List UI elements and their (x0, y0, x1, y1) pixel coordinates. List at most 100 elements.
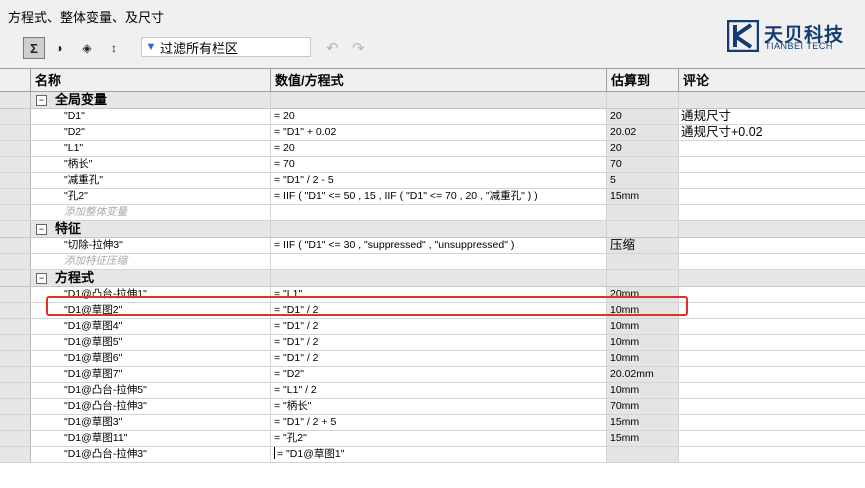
comment-cell[interactable] (679, 173, 865, 188)
comment-cell[interactable] (679, 141, 865, 156)
table-row[interactable]: "D1@草图6" = "D1" / 2 10mm (0, 351, 865, 367)
evaluates-cell[interactable] (607, 205, 679, 220)
comment-cell[interactable] (679, 431, 865, 446)
row-gutter[interactable] (0, 141, 31, 156)
comment-cell[interactable] (679, 189, 865, 204)
add-entry-cell[interactable]: 添加特征压缩 (31, 254, 271, 269)
comment-cell[interactable] (679, 319, 865, 334)
evaluates-cell[interactable]: 70mm (607, 399, 679, 414)
feature-view-button[interactable]: ◈ (76, 37, 98, 59)
comment-cell[interactable] (679, 157, 865, 172)
add-entry-cell[interactable]: 添加整体变量 (31, 205, 271, 220)
evaluates-cell[interactable]: 压缩 (607, 238, 679, 253)
evaluates-cell[interactable]: 5 (607, 173, 679, 188)
section-comment-cell[interactable] (679, 221, 865, 237)
undo-icon[interactable]: ↶ (326, 39, 339, 57)
row-gutter[interactable] (0, 415, 31, 430)
sort-order-button[interactable]: ↕ (103, 37, 125, 59)
table-row[interactable]: "D1@草图4" = "D1" / 2 10mm (0, 319, 865, 335)
table-row[interactable]: "减重孔" = "D1" / 2 - 55 (0, 173, 865, 189)
value-cell[interactable]: = "孔2" (271, 431, 607, 446)
comment-cell[interactable] (679, 351, 865, 366)
section-comment-cell[interactable] (679, 92, 865, 108)
evaluates-cell[interactable]: 10mm (607, 335, 679, 350)
table-row[interactable]: "切除-拉伸3" = IIF ( "D1" <= 30 , "suppressed… (0, 238, 865, 254)
evaluates-cell[interactable]: 20.02 (607, 125, 679, 140)
value-cell[interactable]: = "L1" / 2 (271, 383, 607, 398)
section-comment-cell[interactable] (679, 270, 865, 286)
row-gutter[interactable] (0, 205, 31, 220)
row-gutter[interactable] (0, 367, 31, 382)
comment-cell[interactable] (679, 399, 865, 414)
name-cell[interactable]: "切除-拉伸3" (31, 238, 271, 253)
evaluates-cell[interactable] (607, 254, 679, 269)
row-gutter[interactable] (0, 303, 31, 318)
add-row-features[interactable]: 添加特征压缩 (0, 254, 865, 270)
sigma-view-button[interactable]: Σ (23, 37, 45, 59)
name-cell[interactable]: "L1" (31, 141, 271, 156)
row-gutter[interactable] (0, 109, 31, 124)
row-gutter[interactable] (0, 189, 31, 204)
name-cell[interactable]: "D1@凸台-拉伸5" (31, 383, 271, 398)
evaluates-cell[interactable]: 15mm (607, 189, 679, 204)
evaluates-cell[interactable]: 15mm (607, 431, 679, 446)
row-gutter[interactable] (0, 351, 31, 366)
name-cell[interactable]: "D1@草图5" (31, 335, 271, 350)
value-cell[interactable]: = "柄长" (271, 399, 607, 414)
table-row[interactable]: "L1" = 20 20 (0, 141, 865, 157)
section-title[interactable]: − 方程式 (31, 270, 271, 286)
evaluates-cell[interactable]: 70 (607, 157, 679, 172)
value-cell[interactable]: = 20 (271, 109, 607, 124)
section-eval-cell[interactable] (607, 221, 679, 237)
name-cell[interactable]: "D1@草图6" (31, 351, 271, 366)
collapse-toggle-icon[interactable]: − (36, 95, 47, 106)
value-cell[interactable]: = "D1" / 2 (271, 319, 607, 334)
table-row[interactable]: "D1@凸台-拉伸3" = "柄长" 70mm (0, 399, 865, 415)
comment-cell[interactable] (679, 303, 865, 318)
table-row[interactable]: "D2" = "D1" + 0.02 20.02 通规尺寸+0.02 (0, 125, 865, 141)
value-cell[interactable]: = IIF ( "D1" <= 50 , 15 , IIF ( "D1" <= … (271, 189, 607, 204)
row-gutter[interactable] (0, 431, 31, 446)
evaluates-cell[interactable]: 20 (607, 141, 679, 156)
table-row[interactable]: "D1@草图7" = "D2" 20.02mm (0, 367, 865, 383)
comment-cell[interactable] (679, 383, 865, 398)
redo-icon[interactable]: ↷ (352, 39, 365, 57)
value-cell[interactable]: = "D1" / 2 (271, 351, 607, 366)
table-row[interactable]: "D1@凸台-拉伸5" = "L1" / 2 10mm (0, 383, 865, 399)
row-gutter[interactable] (0, 157, 31, 172)
value-cell[interactable]: = "D1" / 2 + 5 (271, 415, 607, 430)
comment-cell[interactable]: 通规尺寸 (679, 109, 865, 124)
row-gutter[interactable] (0, 254, 31, 269)
evaluates-cell[interactable]: 15mm (607, 415, 679, 430)
value-cell[interactable]: = 20 (271, 141, 607, 156)
evaluates-cell[interactable]: 20 (607, 109, 679, 124)
header-evaluates[interactable]: 估算到 (607, 69, 679, 92)
section-title[interactable]: − 特征 (31, 221, 271, 237)
name-cell[interactable]: "D1@草图4" (31, 319, 271, 334)
name-cell[interactable]: "D1@凸台-拉伸3" (31, 447, 271, 462)
table-row[interactable]: "柄长" = 70 70 (0, 157, 865, 173)
value-cell[interactable]: = "D1" / 2 (271, 335, 607, 350)
comment-cell[interactable] (679, 335, 865, 350)
row-gutter[interactable] (0, 319, 31, 334)
comment-cell[interactable] (679, 415, 865, 430)
row-gutter[interactable] (0, 221, 31, 237)
table-row[interactable]: "D1@草图5" = "D1" / 2 10mm (0, 335, 865, 351)
header-name[interactable]: 名称 (31, 69, 271, 92)
comment-cell[interactable] (679, 367, 865, 382)
evaluates-cell[interactable] (607, 447, 679, 462)
name-cell[interactable]: "D1@草图7" (31, 367, 271, 382)
name-cell[interactable]: "减重孔" (31, 173, 271, 188)
comment-cell[interactable] (679, 205, 865, 220)
section-eval-cell[interactable] (607, 270, 679, 286)
value-cell[interactable]: = "D1@草图1" (271, 447, 607, 462)
value-cell[interactable]: = "D1" + 0.02 (271, 125, 607, 140)
value-cell[interactable]: = "D1" / 2 - 5 (271, 173, 607, 188)
section-value-cell[interactable] (271, 270, 607, 286)
section-value-cell[interactable] (271, 92, 607, 108)
row-gutter[interactable] (0, 92, 31, 108)
value-cell[interactable] (271, 254, 607, 269)
collapse-toggle-icon[interactable]: − (36, 273, 47, 284)
section-value-cell[interactable] (271, 221, 607, 237)
comment-cell[interactable] (679, 254, 865, 269)
